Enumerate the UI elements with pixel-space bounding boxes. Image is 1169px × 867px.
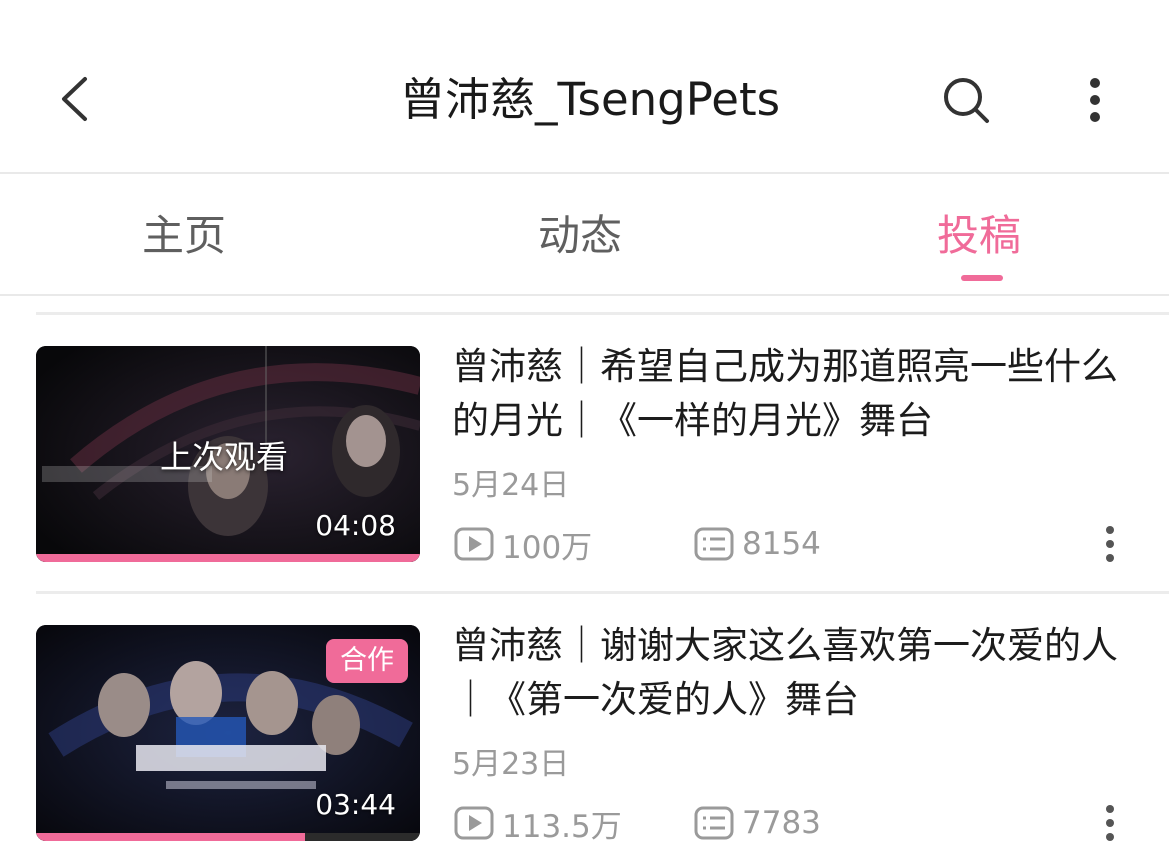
cooperation-badge: 合作 [326, 639, 408, 683]
last-watched-label: 上次观看 [160, 438, 289, 476]
danmaku-count: 8154 [692, 524, 821, 564]
video-thumbnail[interactable]: 合作 03:44 [36, 625, 420, 841]
list-divider [36, 312, 1169, 315]
video-date: 5月23日 [452, 747, 570, 782]
view-count-value: 113.5万 [502, 808, 622, 845]
more-vertical-icon [1106, 526, 1114, 562]
tab-posts[interactable]: 投稿 [937, 206, 1021, 266]
video-title[interactable]: 曾沛慈｜希望自己成为那道照亮一些什么的月光｜《一样的月光》舞台 [452, 340, 1142, 448]
danmaku-count-value: 7783 [742, 805, 821, 841]
danmaku-count-value: 8154 [742, 526, 821, 562]
video-duration: 04:08 [315, 509, 396, 542]
watch-progress-fill [36, 554, 420, 562]
video-duration: 03:44 [315, 788, 396, 821]
page-title: 曾沛慈_TsengPets [399, 73, 781, 126]
video-thumbnail[interactable]: 上次观看 04:08 [36, 346, 420, 562]
video-title[interactable]: 曾沛慈｜谢谢大家这么喜欢第一次爱的人｜《第一次爱的人》舞台 [452, 619, 1142, 727]
view-count: 113.5万 [452, 803, 622, 845]
back-arrow-icon [62, 77, 87, 121]
top-app-bar: 曾沛慈_TsengPets [0, 0, 1169, 174]
watch-progress-bar [36, 554, 420, 562]
watch-progress-bar [36, 833, 420, 841]
item-more-button[interactable] [1092, 522, 1128, 566]
view-count: 100万 [452, 524, 593, 566]
search-icon [944, 78, 989, 123]
danmaku-icon [692, 524, 736, 564]
more-vertical-icon [1090, 78, 1100, 122]
more-options-button[interactable] [1072, 68, 1118, 132]
danmaku-count: 7783 [692, 803, 821, 843]
active-tab-indicator [961, 275, 1003, 281]
list-divider [36, 591, 1169, 594]
item-more-button[interactable] [1092, 801, 1128, 845]
view-count-value: 100万 [502, 529, 593, 566]
video-list-item[interactable]: 合作 03:44 曾沛慈｜谢谢大家这么喜欢第一次爱的人｜《第一次爱的人》舞台 5… [0, 624, 1169, 845]
video-date: 5月24日 [452, 468, 570, 503]
search-button[interactable] [934, 68, 998, 132]
play-count-icon [452, 524, 496, 564]
play-count-icon [452, 803, 496, 843]
video-list-item[interactable]: 上次观看 04:08 曾沛慈｜希望自己成为那道照亮一些什么的月光｜《一样的月光》… [0, 345, 1169, 566]
profile-tabs: 主页 动态 投稿 [0, 174, 1169, 296]
watch-progress-fill [36, 833, 305, 841]
more-vertical-icon [1106, 805, 1114, 841]
back-button[interactable] [44, 66, 104, 132]
danmaku-icon [692, 803, 736, 843]
tab-home[interactable]: 主页 [142, 206, 226, 266]
tab-dynamic[interactable]: 动态 [538, 206, 622, 266]
